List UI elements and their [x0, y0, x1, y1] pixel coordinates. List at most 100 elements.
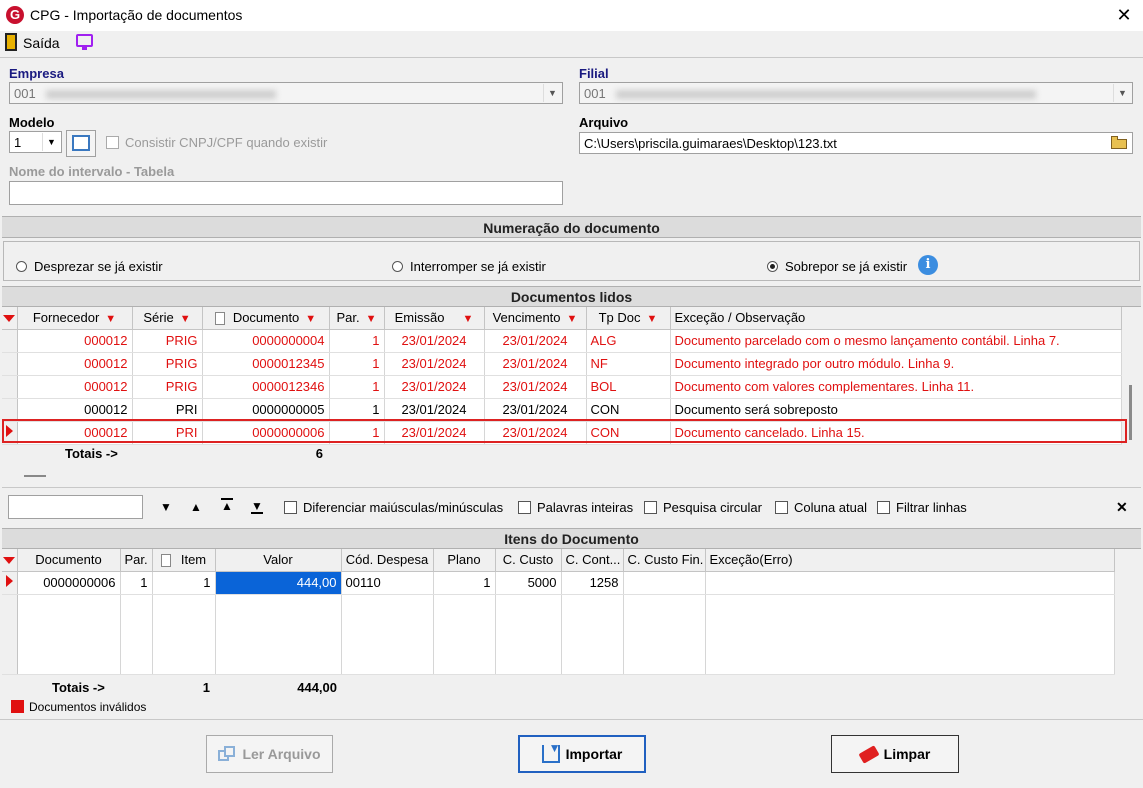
col-ccusto[interactable]: C. Custo [495, 549, 562, 572]
radio-circle[interactable] [392, 261, 403, 272]
radio-circle-selected[interactable] [767, 261, 778, 272]
arrow-down-icon[interactable]: ▼ [160, 500, 172, 514]
col-par[interactable]: Par. [120, 549, 153, 572]
cell-ccusto[interactable]: 5000 [495, 571, 562, 595]
checkbox-box[interactable] [644, 501, 657, 514]
modelo-select[interactable]: 1 ▼ [9, 131, 62, 153]
filter-icon[interactable]: ▼ [462, 313, 473, 325]
table-row[interactable]: 000012 PRIG 0000012346 1 23/01/2024 23/0… [2, 375, 1122, 399]
table-row-selected[interactable]: 0000000006 1 1 444,00 00110 1 5000 1258 [2, 571, 1115, 595]
col-fornecedor[interactable]: Fornecedor ▼ [17, 307, 133, 330]
empresa-select[interactable]: 001 ▼ [9, 82, 563, 104]
cell-serie[interactable]: PRIG [132, 375, 203, 399]
checkbox-box[interactable] [877, 501, 890, 514]
cell-observacao[interactable]: Documento será sobreposto [670, 398, 1122, 422]
cell-fornecedor[interactable]: 000012 [17, 375, 133, 399]
filter-icon[interactable]: ▼ [105, 313, 116, 325]
chevron-down-icon[interactable]: ▼ [1113, 84, 1131, 102]
cell-observacao[interactable]: Documento cancelado. Linha 15. [670, 421, 1122, 445]
row-indicator[interactable] [2, 329, 18, 353]
col-vencimento[interactable]: Vencimento ▼ [484, 307, 587, 330]
col-documento[interactable]: Documento [17, 549, 121, 572]
filter-rows-checkbox[interactable]: Filtrar linhas [877, 500, 967, 515]
cell-ccont[interactable]: 1258 [561, 571, 624, 595]
cell-emissao[interactable]: 23/01/2024 [384, 421, 485, 445]
consistir-checkbox[interactable]: Consistir CNPJ/CPF quando existir [106, 135, 327, 150]
vertical-scrollbar[interactable] [1129, 385, 1132, 440]
cell-serie[interactable]: PRIG [132, 329, 203, 353]
row-indicator[interactable] [2, 375, 18, 399]
circular-search-checkbox[interactable]: Pesquisa circular [644, 500, 762, 515]
limpar-button[interactable]: Limpar [831, 735, 959, 773]
table-row[interactable]: 000012 PRIG 0000012345 1 23/01/2024 23/0… [2, 352, 1122, 376]
cell-vencimento[interactable]: 23/01/2024 [484, 352, 587, 376]
cell-documento[interactable]: 0000000004 [202, 329, 330, 353]
arquivo-input[interactable]: C:\Users\priscila.guimaraes\Desktop\123.… [579, 132, 1133, 154]
col-serie[interactable]: Série ▼ [132, 307, 203, 330]
cell-documento[interactable]: 0000000006 [202, 421, 330, 445]
cell-par[interactable]: 1 [329, 398, 385, 422]
cell-documento[interactable]: 0000012346 [202, 375, 330, 399]
cell-vencimento[interactable]: 23/01/2024 [484, 329, 587, 353]
col-item[interactable]: Item [152, 549, 216, 572]
cell-observacao[interactable]: Documento com valores complementares. Li… [670, 375, 1122, 399]
cell-serie[interactable]: PRI [132, 398, 203, 422]
cell-emissao[interactable]: 23/01/2024 [384, 352, 485, 376]
checkbox-box[interactable] [284, 501, 297, 514]
table-row-selected[interactable]: 000012 PRI 0000000006 1 23/01/2024 23/01… [2, 421, 1122, 445]
col-valor[interactable]: Valor [215, 549, 342, 572]
cell-tpdoc[interactable]: BOL [586, 375, 671, 399]
close-window-button[interactable]: ✕ [1112, 3, 1136, 27]
whole-words-checkbox[interactable]: Palavras inteiras [518, 500, 633, 515]
radio-interromper[interactable]: Interromper se já existir [392, 259, 546, 274]
col-observacao[interactable]: Exceção / Observação [670, 307, 1122, 330]
col-emissao[interactable]: Emissão ▼ [384, 307, 485, 330]
arrow-first-icon[interactable]: ▲ [221, 498, 233, 512]
cell-fornecedor[interactable]: 000012 [17, 329, 133, 353]
radio-circle[interactable] [16, 261, 27, 272]
col-despesa[interactable]: Cód. Despesa [341, 549, 434, 572]
col-excecao[interactable]: Exceção(Erro) [705, 549, 1115, 572]
ler-arquivo-button[interactable]: Ler Arquivo [206, 735, 333, 773]
cell-tpdoc[interactable]: NF [586, 352, 671, 376]
cell-tpdoc[interactable]: CON [586, 421, 671, 445]
col-ccustofin[interactable]: C. Custo Fin. [623, 549, 706, 572]
cell-fornecedor[interactable]: 000012 [17, 421, 133, 445]
cell-par[interactable]: 1 [120, 571, 153, 595]
cell-observacao[interactable]: Documento integrado por outro módulo. Li… [670, 352, 1122, 376]
splitter-handle[interactable] [24, 475, 46, 477]
info-icon[interactable]: i [918, 255, 938, 275]
cell-par[interactable]: 1 [329, 375, 385, 399]
cell-par[interactable]: 1 [329, 352, 385, 376]
cell-observacao[interactable]: Documento parcelado com o mesmo lançamen… [670, 329, 1122, 353]
row-indicator[interactable] [2, 352, 18, 376]
filter-icon[interactable]: ▼ [180, 313, 191, 325]
col-tpdoc[interactable]: Tp Doc ▼ [586, 307, 671, 330]
col-documento[interactable]: Documento ▼ [202, 307, 330, 330]
monitor-icon[interactable] [76, 34, 93, 50]
cell-vencimento[interactable]: 23/01/2024 [484, 421, 587, 445]
checkbox-box[interactable] [775, 501, 788, 514]
exit-door-icon[interactable] [5, 33, 17, 51]
cell-despesa[interactable]: 00110 [341, 571, 434, 595]
table-row[interactable]: 000012 PRI 0000000005 1 23/01/2024 23/01… [2, 398, 1122, 422]
current-column-checkbox[interactable]: Coluna atual [775, 500, 867, 515]
cell-emissao[interactable]: 23/01/2024 [384, 375, 485, 399]
row-pointer-icon[interactable] [2, 421, 18, 445]
cell-emissao[interactable]: 23/01/2024 [384, 329, 485, 353]
checkbox-box[interactable] [106, 136, 119, 149]
row-pointer-icon[interactable] [2, 571, 18, 595]
cell-par[interactable]: 1 [329, 421, 385, 445]
checkbox-box[interactable] [518, 501, 531, 514]
search-input[interactable] [8, 495, 143, 519]
cell-serie[interactable]: PRI [132, 421, 203, 445]
row-indicator[interactable] [2, 398, 18, 422]
cell-plano[interactable]: 1 [433, 571, 496, 595]
col-plano[interactable]: Plano [433, 549, 496, 572]
case-sensitive-checkbox[interactable]: Diferenciar maiúsculas/minúsculas [284, 500, 503, 515]
chevron-down-icon[interactable]: ▼ [543, 84, 561, 102]
radio-sobrepor[interactable]: Sobrepor se já existir [767, 259, 907, 274]
cell-ccustofin[interactable] [623, 571, 706, 595]
cell-valor-focused[interactable]: 444,00 [215, 571, 342, 595]
col-ccont[interactable]: C. Cont... [561, 549, 624, 572]
